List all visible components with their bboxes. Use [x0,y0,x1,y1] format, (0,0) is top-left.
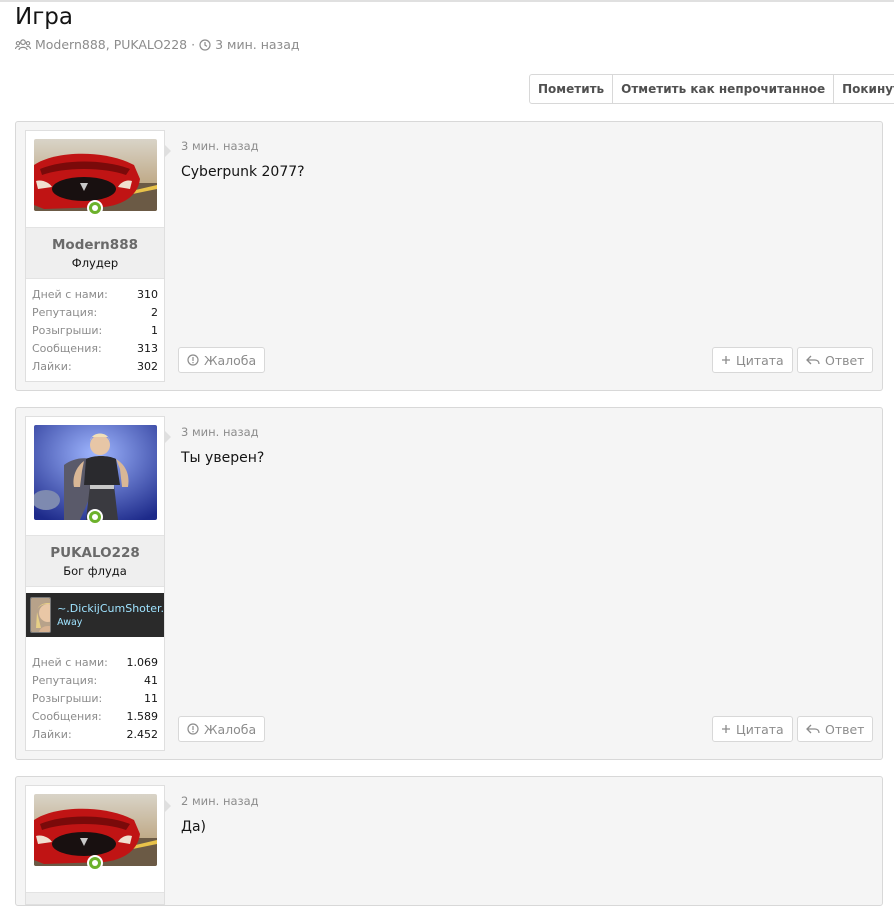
message-time[interactable]: 3 мин. назад [181,425,259,439]
avatar[interactable] [34,425,157,520]
message: PUKALO228 Бог флуда ~.DickijCumShoter. A… [15,407,883,760]
stat-row: Лайки: 302 [32,360,158,373]
banner-status: Away [57,617,83,628]
stat-row: Репутация: 41 [32,674,158,687]
online-status-icon [87,200,103,216]
plus-icon [722,356,730,364]
message-text: Да) [181,819,206,835]
online-status-icon [87,855,103,871]
stat-row: Сообщения: 1.589 [32,710,158,723]
banner-avatar [30,597,52,633]
reply-icon [806,355,820,365]
user-stats: Дней с нами: 1.069 Репутация: 41 Розыгрыши… [26,637,164,750]
quote-button[interactable]: Цитата [712,716,793,742]
user-title: Флудер [71,256,119,270]
clock-icon [199,38,211,51]
user-card: Modern888 Флудер Дней с нами: 310 Репутац… [25,130,165,382]
message-text: Ты уверен? [181,450,265,466]
mark-button[interactable]: Пометить [530,75,614,103]
user-card: PUKALO228 Бог флуда ~.DickijCumShoter. A… [25,416,165,751]
meta-separator: · [191,37,196,52]
stat-row: Лайки: 2.452 [32,728,158,741]
stat-row: Сообщения: 313 [32,342,158,355]
quote-button[interactable]: Цитата [712,347,793,373]
user-title: Бог флуда [63,564,127,578]
message-text: Cyberpunk 2077? [181,164,305,180]
message-time[interactable]: 2 мин. назад [181,794,259,808]
stat-row: Дней с нами: 310 [32,288,158,301]
report-icon [187,723,199,735]
report-button[interactable]: Жалоба [178,716,266,742]
participants-link[interactable]: Modern888, PUKALO228 [35,37,187,52]
thread-meta: Modern888, PUKALO228 · 3 мин. назад [15,37,300,52]
message: Modern888 Флудер Дней с нами: 310 Репутац… [15,121,883,391]
message: 2 мин. назад Да) [15,776,883,906]
message-time[interactable]: 3 мин. назад [181,139,259,153]
user-banner[interactable]: ~.DickijCumShoter. Away [26,593,164,637]
leave-button[interactable]: Покинуть [834,75,894,103]
user-card [25,785,165,905]
users-icon [15,38,31,50]
banner-name: ~.DickijCumShoter. [57,602,164,615]
username[interactable]: Modern888 [26,237,164,253]
username[interactable]: PUKALO228 [26,545,164,561]
plus-icon [722,725,730,733]
stat-row: Репутация: 2 [32,306,158,319]
reply-button[interactable]: Ответ [797,716,874,742]
stat-row: Розыгрыши: 11 [32,692,158,705]
report-icon [187,354,199,366]
thread-actions: Пометить Отметить как непрочитанное Поки… [529,74,894,104]
stat-row: Розыгрыши: 1 [32,324,158,337]
reply-icon [806,724,820,734]
thread-time[interactable]: 3 мин. назад [215,37,299,52]
user-stats: Дней с нами: 310 Репутация: 2 Розыгрыши: 1 … [26,279,164,381]
mark-unread-button[interactable]: Отметить как непрочитанное [613,75,835,103]
report-button[interactable]: Жалоба [178,347,266,373]
page-title: Игра [15,4,73,30]
stat-row: Дней с нами: 1.069 [32,656,158,669]
reply-button[interactable]: Ответ [797,347,874,373]
online-status-icon [87,509,103,525]
